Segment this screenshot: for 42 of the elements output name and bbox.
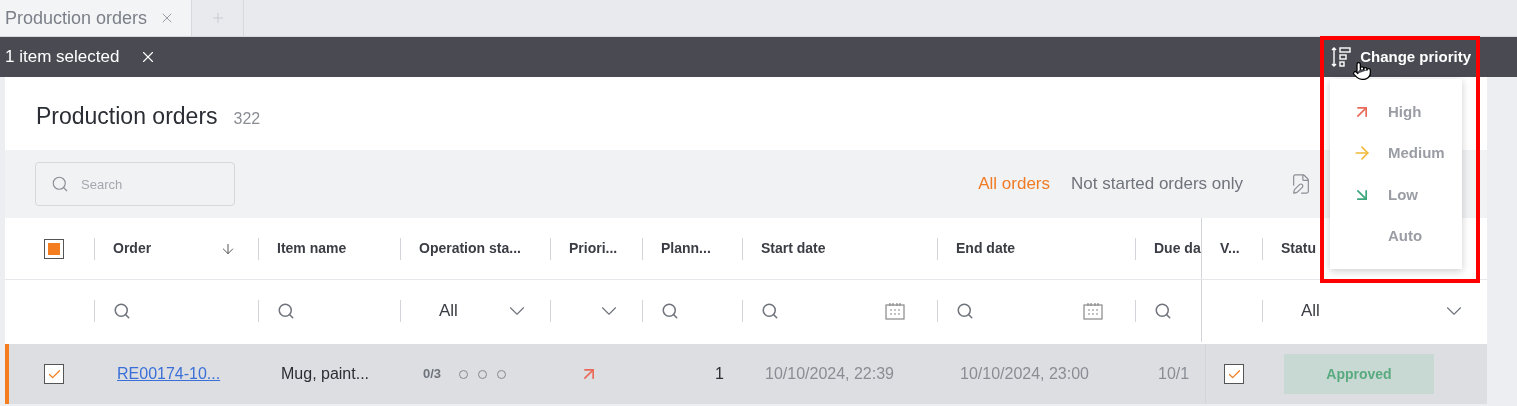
order-count: 322 [233, 109, 261, 129]
search-icon[interactable] [113, 302, 131, 320]
column-header[interactable]: Order [95, 238, 152, 259]
search-icon[interactable] [956, 302, 974, 320]
column-header[interactable]: Priori... [551, 238, 618, 259]
search-field[interactable]: Search [35, 162, 235, 206]
column-header[interactable]: End date [938, 238, 1016, 259]
select-all-checkbox[interactable] [44, 238, 64, 259]
selection-count: 1 item selected [5, 46, 120, 69]
column-header[interactable]: V... [1202, 238, 1240, 259]
order-link[interactable]: RE00174-10... [117, 362, 221, 386]
search-icon[interactable] [1154, 302, 1172, 320]
filter-dropdown[interactable]: All [1263, 291, 1487, 331]
change-priority-button[interactable]: Change priority [1330, 45, 1471, 69]
table-cell-text: Mug, paint... [281, 364, 370, 384]
row-checkbox[interactable] [44, 364, 64, 384]
document-tab[interactable]: Production orders [0, 0, 193, 36]
table-row[interactable]: RE00174-10... Mug, paint... 0/3 1 10/10/2024, 22:39 10/10/2024, 23:00 10/1 Approved [5, 344, 1487, 404]
search-icon[interactable] [761, 302, 779, 320]
column-header[interactable]: Plann... [643, 238, 711, 259]
calendar-icon[interactable] [885, 302, 905, 320]
search-icon[interactable] [661, 302, 679, 320]
sort-list-icon [1330, 46, 1353, 68]
table-cell-text: 10/10/2024, 23:00 [960, 364, 1089, 384]
column-header[interactable]: Start date [743, 238, 826, 259]
column-header[interactable]: Operation sta... [401, 238, 521, 259]
status-badge: Approved [1284, 354, 1434, 394]
column-header[interactable]: Due da [1136, 238, 1201, 259]
table-cell-text: 0/3 [423, 365, 442, 384]
column-header[interactable]: Statu [1263, 238, 1316, 259]
table-cell-text: 10/10/2024, 22:39 [765, 364, 894, 384]
filter-dropdown[interactable]: All [401, 291, 550, 331]
page-title: Production orders [36, 102, 218, 131]
verified-checkbox[interactable] [1224, 364, 1244, 384]
search-icon[interactable] [277, 302, 295, 320]
search-icon [51, 175, 69, 193]
calendar-icon[interactable] [1083, 302, 1103, 320]
filter-tab[interactable]: Not started orders only [1071, 171, 1243, 197]
table-cell-text: 10/1 [1158, 364, 1190, 384]
edit-list-icon[interactable] [1290, 173, 1312, 195]
column-header[interactable]: Item name [259, 238, 347, 259]
table-cell-text: 1 [715, 364, 724, 384]
